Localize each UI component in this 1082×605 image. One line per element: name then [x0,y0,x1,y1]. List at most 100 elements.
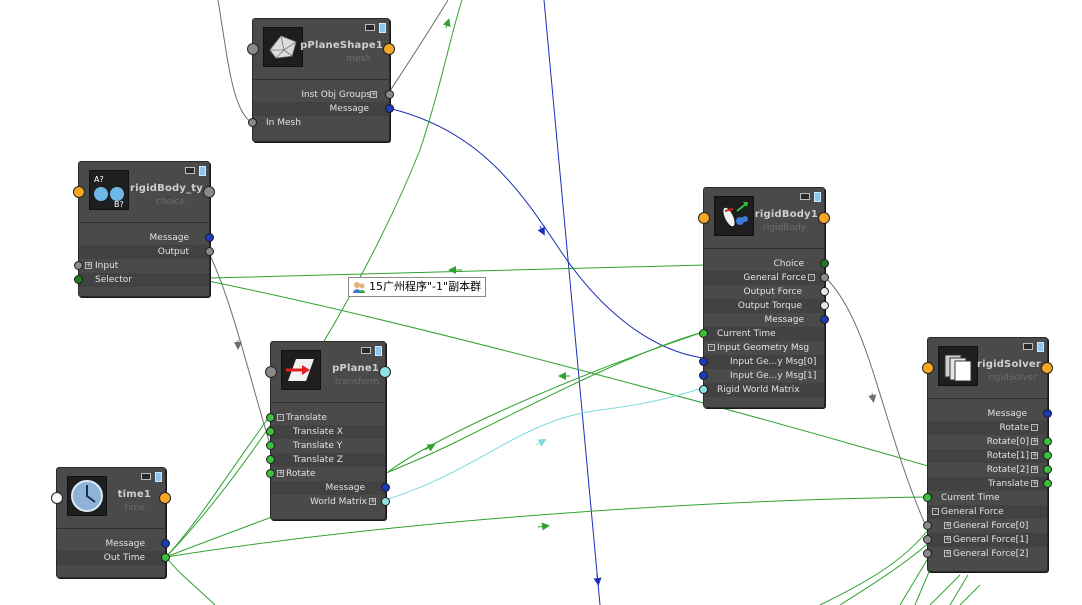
node-pin-icon[interactable] [155,472,162,482]
node-type: rigidBody [763,223,806,233]
input-plug[interactable] [923,521,932,530]
node-time1[interactable]: time1 time Message Out Time [51,467,171,578]
node-output-port[interactable] [159,492,171,504]
expand-icon[interactable]: + [277,470,284,477]
input-plug[interactable] [699,329,708,338]
attr-row: + Input [74,259,209,273]
expand-icon[interactable]: + [944,522,951,529]
node-input-port[interactable] [247,43,259,55]
output-plug[interactable] [820,273,829,282]
attr-label: Message [325,483,365,493]
attr-row: Current Time [699,327,824,341]
expand-icon[interactable]: + [1031,480,1038,487]
expand-icon[interactable]: + [369,498,376,505]
input-plug[interactable] [923,493,932,502]
node-toggle-icon[interactable] [800,193,810,200]
output-plug[interactable] [205,247,214,256]
node-pplaneshape1[interactable]: pPlaneShape1 mesh Inst Obj Groups + Messa… [247,18,395,142]
attr-row: Message [928,407,1052,421]
node-toggle-icon[interactable] [185,167,195,174]
input-plug[interactable] [699,385,708,394]
output-plug[interactable] [1043,465,1052,474]
output-plug[interactable] [820,301,829,310]
output-plug[interactable] [381,483,390,492]
node-output-port[interactable] [1041,362,1053,374]
node-output-port[interactable] [383,43,395,55]
attr-label: General Force [743,273,806,283]
attr-row: Output [79,245,214,259]
input-plug[interactable] [699,357,708,366]
input-plug[interactable] [266,441,275,450]
output-plug[interactable] [205,233,214,242]
input-plug[interactable] [266,469,275,478]
attr-row: Message [253,102,394,116]
node-output-port[interactable] [379,366,391,378]
collapse-icon[interactable]: - [808,274,815,281]
node-name: rigidSolver [976,359,1041,370]
node-rigidsolver[interactable]: rigidSolver rigidSolver Message Rotate - … [922,337,1053,572]
output-plug[interactable] [161,553,170,562]
attr-row: + General Force[1] [923,533,1047,547]
node-rigidbody1[interactable]: rigidBody1 rigidBody Choice General Forc… [698,187,830,408]
node-pplane1[interactable]: pPlane1 transform - Translate Translate X… [265,341,391,520]
solver-icon [938,346,978,386]
collapse-icon[interactable]: - [932,508,939,515]
expand-icon[interactable]: + [1031,452,1038,459]
output-plug[interactable] [820,287,829,296]
input-plug[interactable] [74,261,83,270]
node-input-port[interactable] [922,362,934,374]
attr-row: Rigid World Matrix [699,383,824,397]
input-plug[interactable] [923,535,932,544]
output-plug[interactable] [1043,479,1052,488]
output-plug[interactable] [385,90,394,99]
input-plug[interactable] [923,549,932,558]
node-input-port[interactable] [265,366,277,378]
attr-row: Input Ge...y Msg[1] [699,369,824,383]
input-plug[interactable] [266,427,275,436]
attr-row: + General Force[0] [923,519,1047,533]
attr-label: Translate [286,413,327,423]
collapse-icon[interactable]: - [277,414,284,421]
node-input-port[interactable] [698,212,710,224]
output-plug[interactable] [820,259,829,268]
output-plug[interactable] [820,315,829,324]
expand-icon[interactable]: + [1031,438,1038,445]
node-rigidbody-ty[interactable]: A? B? rigidBody_ty choice Message Output … [73,161,215,297]
output-plug[interactable] [381,497,390,506]
output-plug[interactable] [385,104,394,113]
output-plug[interactable] [161,539,170,548]
node-pin-icon[interactable] [379,23,386,33]
node-toggle-icon[interactable] [361,347,371,354]
collapse-icon[interactable]: - [1031,424,1038,431]
input-plug[interactable] [248,118,257,127]
node-toggle-icon[interactable] [365,24,375,31]
node-toggle-icon[interactable] [1023,343,1033,350]
wire-pplane-input [207,250,271,445]
expand-icon[interactable]: + [944,550,951,557]
output-plug[interactable] [1043,451,1052,460]
node-output-port[interactable] [818,212,830,224]
input-plug[interactable] [266,455,275,464]
expand-icon[interactable]: + [370,91,377,98]
input-plug[interactable] [699,371,708,380]
node-pin-icon[interactable] [814,192,821,202]
node-input-port[interactable] [51,492,63,504]
node-input-port[interactable] [73,186,85,198]
node-toggle-icon[interactable] [141,473,151,480]
expand-icon[interactable]: + [1031,466,1038,473]
attr-row: Inst Obj Groups + [253,88,394,102]
node-output-port[interactable] [203,186,215,198]
expand-icon[interactable]: + [944,536,951,543]
wire-gen-force [823,275,926,525]
node-pin-icon[interactable] [375,346,382,356]
expand-icon[interactable]: + [85,262,92,269]
input-plug[interactable] [266,413,275,422]
input-plug[interactable] [74,275,83,284]
attr-row: Output Torque [704,299,829,313]
node-pin-icon[interactable] [199,166,206,176]
output-plug[interactable] [1043,437,1052,446]
collapse-icon[interactable]: - [708,344,715,351]
output-plug[interactable] [1043,409,1052,418]
node-pin-icon[interactable] [1037,342,1044,352]
attr-label: Input Geometry Msg [717,343,810,353]
